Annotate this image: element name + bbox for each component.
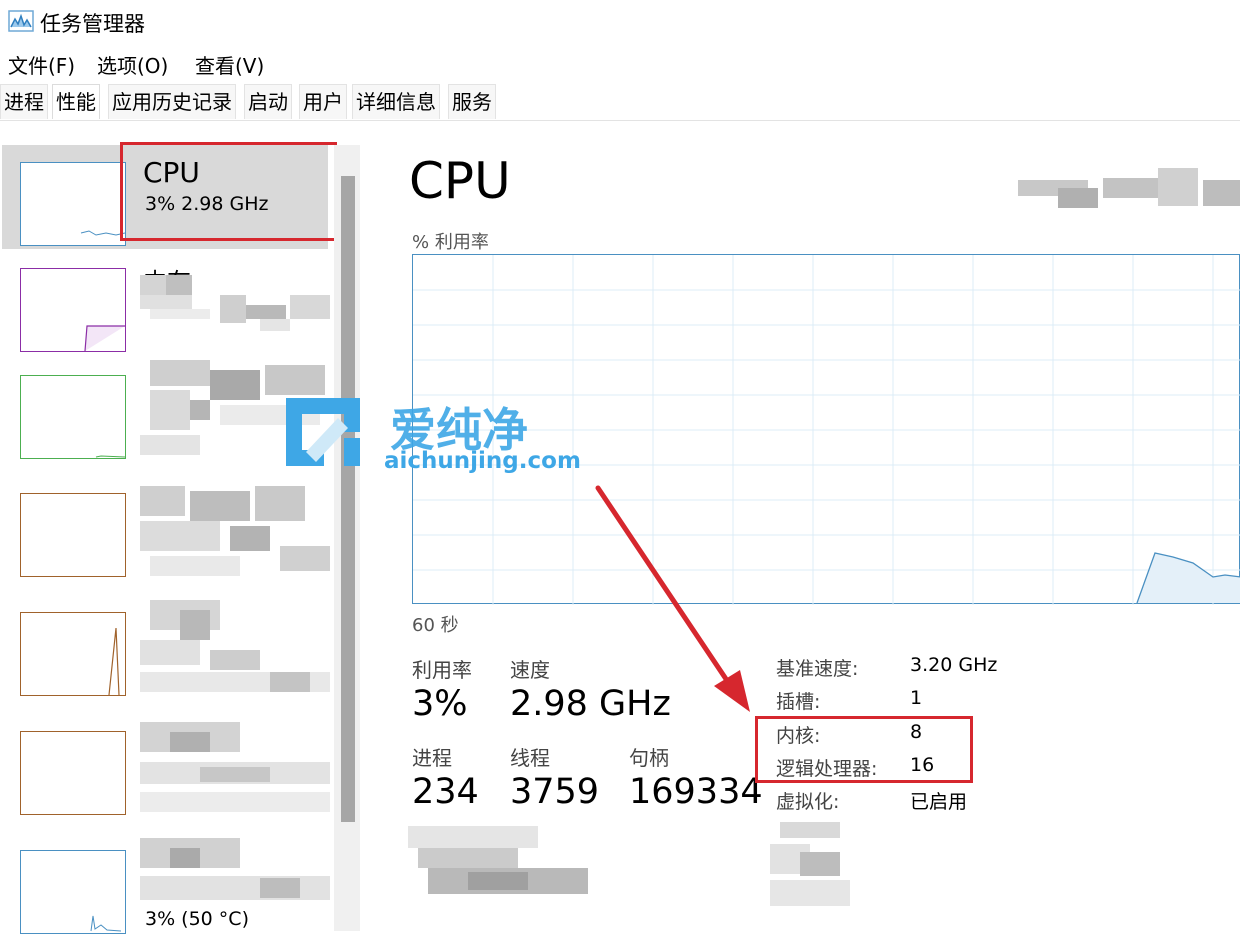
tab-performance[interactable]: 性能 (52, 84, 100, 119)
stat-processes-label: 进程 (412, 746, 452, 770)
spec-base-speed-label: 基准速度: (776, 658, 859, 680)
title-bar: 任务管理器 (0, 0, 1240, 42)
disk-thumbnail-graph (20, 375, 126, 459)
pixelated-wifi-details (140, 600, 332, 700)
pixelated-ethernet-details (140, 486, 332, 586)
watermark-url-text: aichunjing.com (384, 448, 581, 474)
graph-time-label: 60 秒 (412, 615, 459, 636)
page-title: CPU (409, 152, 511, 210)
sidebar-cpu-subtitle: 3% 2.98 GHz (145, 193, 269, 215)
menu-view[interactable]: 查看(V) (195, 50, 264, 79)
tab-bar: 进程 性能 应用历史记录 启动 用户 详细信息 服务 (0, 84, 1240, 121)
memory-thumbnail-graph (20, 268, 126, 352)
gpu-thumbnail-graph (20, 850, 126, 934)
spec-base-speed-value: 3.20 GHz (910, 654, 998, 676)
network-thumbnail-graph (20, 731, 126, 815)
watermark-logo-icon (278, 392, 368, 472)
wifi-thumbnail-graph (20, 612, 126, 696)
pixelated-cache-details (770, 822, 852, 908)
stat-threads-label: 线程 (510, 746, 550, 770)
spec-sockets-label: 插槽: (776, 691, 821, 713)
stat-utilization-label: 利用率 (412, 658, 472, 682)
spec-virtualization-value: 已启用 (910, 791, 968, 813)
pixelated-uptime (408, 826, 588, 906)
pixelated-memory-details (140, 275, 332, 335)
menu-options[interactable]: 选项(O) (97, 50, 168, 79)
pixelated-network-details (140, 722, 332, 822)
sidebar-memory-title: 内存 (143, 262, 191, 276)
cpu-utilization-graph (412, 254, 1240, 605)
menu-file[interactable]: 文件(F) (8, 50, 75, 79)
stat-processes-value: 234 (412, 772, 479, 812)
sidebar-scrollbar-thumb[interactable] (341, 176, 355, 822)
menu-bar: 文件(F) 选项(O) 查看(V) (0, 46, 1240, 78)
ethernet-thumbnail-graph (20, 493, 126, 577)
pixelated-cpu-model (1018, 168, 1240, 210)
pixelated-gpu-details (140, 838, 332, 904)
tab-services[interactable]: 服务 (448, 84, 496, 119)
graph-utilization-label: % 利用率 (412, 232, 489, 253)
stat-handles-value: 169334 (629, 772, 763, 812)
stat-threads-value: 3759 (510, 772, 600, 812)
stat-utilization-value: 3% (412, 684, 468, 724)
tab-processes[interactable]: 进程 (0, 84, 48, 119)
window-title: 任务管理器 (40, 12, 145, 36)
sidebar-gpu-subtitle: 3% (50 °C) (145, 908, 249, 930)
stat-speed-label: 速度 (510, 658, 550, 682)
spec-virtualization-label: 虚拟化: (776, 791, 840, 813)
task-manager-icon (8, 10, 34, 32)
tab-app-history[interactable]: 应用历史记录 (108, 84, 236, 119)
tab-startup[interactable]: 启动 (244, 84, 292, 119)
cores-highlight-annotation (755, 716, 973, 783)
spec-sockets-value: 1 (910, 687, 923, 709)
cpu-thumbnail-graph (20, 162, 126, 246)
sidebar-cpu-title: CPU (143, 156, 200, 189)
tab-users[interactable]: 用户 (299, 84, 347, 119)
stat-speed-value: 2.98 GHz (510, 684, 671, 724)
stat-handles-label: 句柄 (629, 746, 669, 770)
tab-details[interactable]: 详细信息 (352, 84, 440, 119)
